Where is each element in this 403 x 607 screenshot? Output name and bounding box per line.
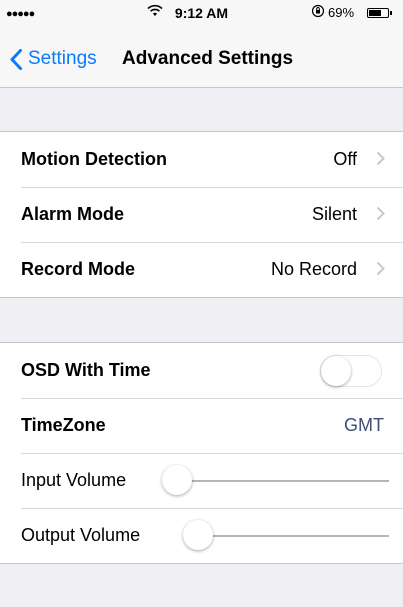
row-label: Output Volume bbox=[21, 525, 141, 545]
output-volume-slider-thumb[interactable] bbox=[183, 520, 213, 550]
orientation-lock-icon bbox=[311, 4, 325, 21]
osd-with-time-row: OSD With Time bbox=[0, 343, 403, 398]
row-value: Off bbox=[333, 149, 357, 169]
row-label: Input Volume bbox=[21, 470, 127, 490]
settings-group-modes: Motion Detection Off Alarm Mode Silent R… bbox=[0, 131, 403, 298]
settings-group-device: OSD With Time TimeZone GMT Input Volume … bbox=[0, 342, 403, 564]
input-volume-slider-track[interactable] bbox=[162, 480, 389, 482]
battery-percentage: 69% bbox=[328, 5, 355, 20]
status-bar: ●●●●● 9:12 AM 69% bbox=[0, 0, 403, 26]
navigation-bar: Settings Advanced Settings bbox=[0, 26, 403, 88]
row-label: TimeZone bbox=[21, 415, 106, 435]
back-button-label: Settings bbox=[28, 48, 97, 69]
timezone-value: GMT bbox=[344, 415, 384, 435]
back-button[interactable]: Settings bbox=[10, 46, 97, 72]
osd-with-time-toggle[interactable] bbox=[320, 355, 382, 387]
chevron-right-icon bbox=[376, 151, 385, 166]
chevron-right-icon bbox=[376, 206, 385, 221]
motion-detection-row[interactable]: Motion Detection Off bbox=[0, 132, 403, 187]
page-title: Advanced Settings bbox=[122, 48, 294, 69]
row-label: OSD With Time bbox=[21, 360, 151, 380]
chevron-left-icon bbox=[10, 48, 22, 70]
battery-icon bbox=[367, 8, 389, 18]
battery-tip bbox=[390, 11, 392, 15]
row-value: No Record bbox=[270, 259, 357, 279]
output-volume-slider-track[interactable] bbox=[183, 535, 389, 537]
row-label: Alarm Mode bbox=[21, 204, 125, 224]
row-label: Motion Detection bbox=[21, 149, 167, 169]
input-volume-slider-thumb[interactable] bbox=[162, 465, 192, 495]
row-value: Silent bbox=[311, 204, 357, 224]
toggle-knob bbox=[321, 356, 351, 386]
input-volume-row: Input Volume bbox=[0, 453, 403, 508]
chevron-right-icon bbox=[376, 261, 385, 276]
row-label: Record Mode bbox=[21, 259, 136, 279]
output-volume-row: Output Volume bbox=[0, 508, 403, 563]
alarm-mode-row[interactable]: Alarm Mode Silent bbox=[0, 187, 403, 242]
timezone-row[interactable]: TimeZone GMT bbox=[0, 398, 403, 453]
record-mode-row[interactable]: Record Mode No Record bbox=[0, 242, 403, 297]
